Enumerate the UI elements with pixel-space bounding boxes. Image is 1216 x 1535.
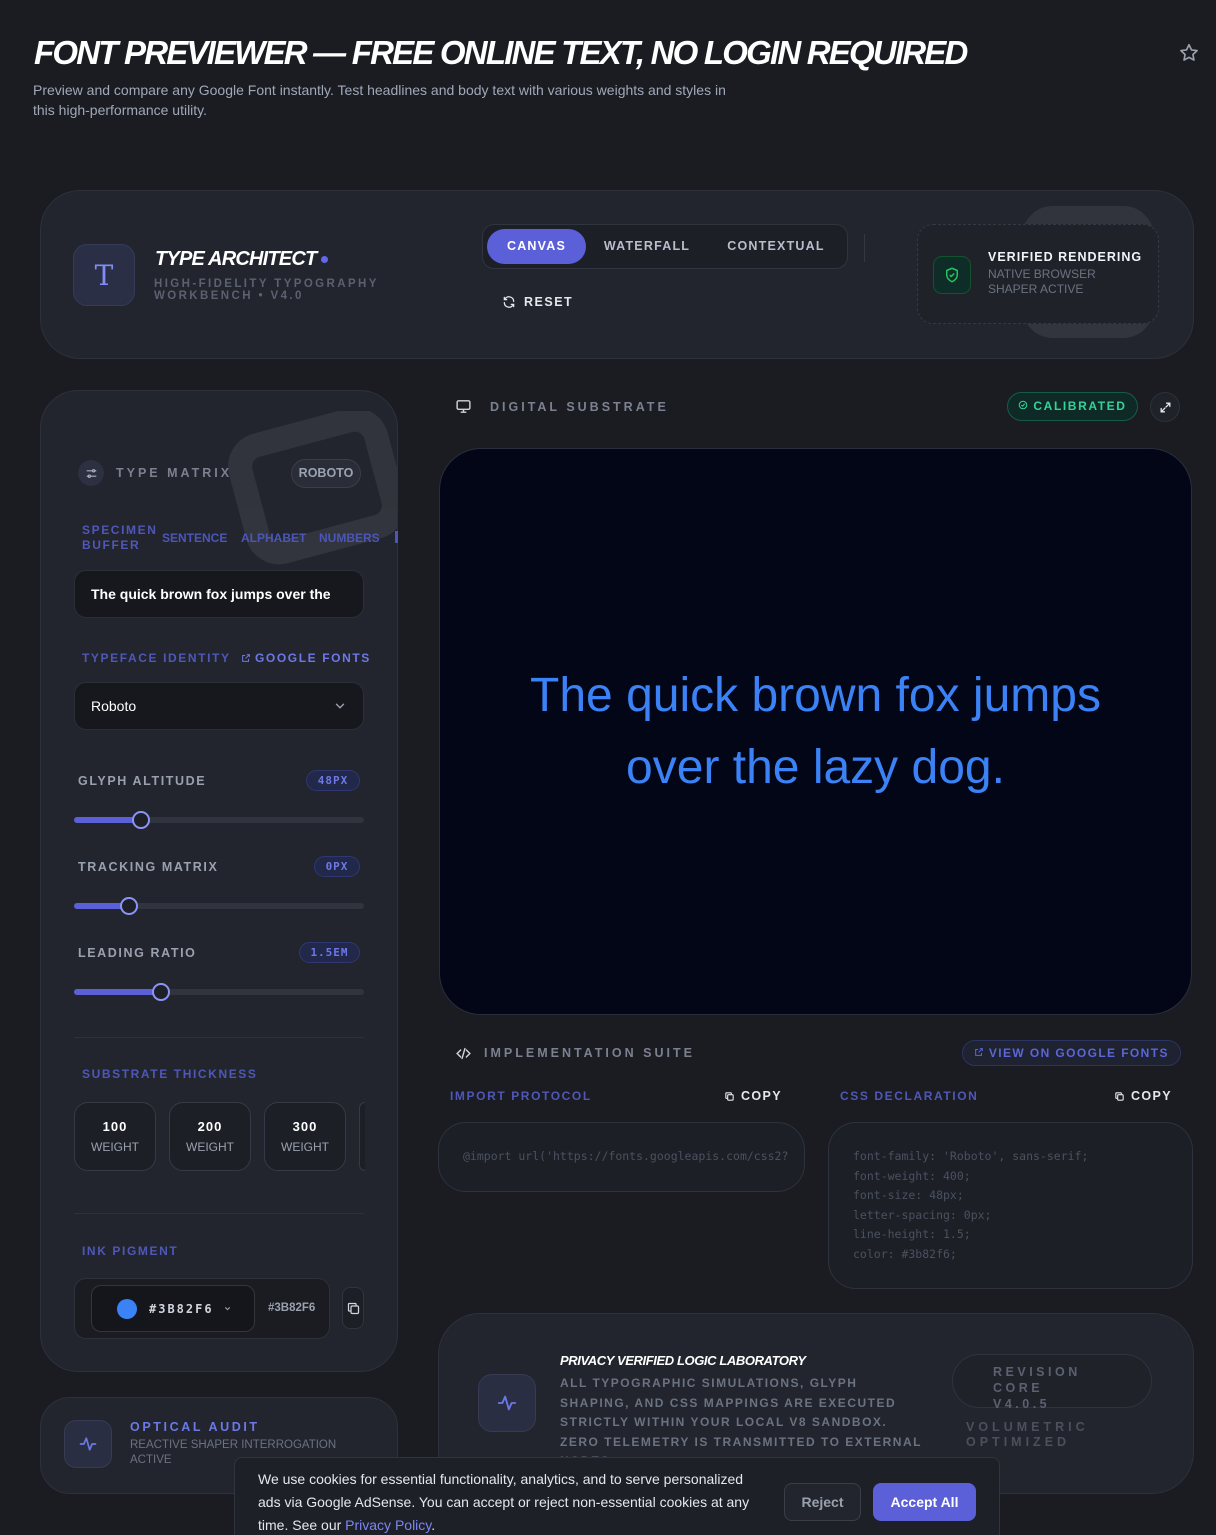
privacy-policy-link[interactable]: Privacy Policy [345, 1517, 431, 1533]
privacy-title: PRIVACY VERIFIED LOGIC LABORATORY [560, 1353, 806, 1368]
weight-option-overflow [359, 1102, 365, 1171]
type-matrix-title: TYPE MATRIX [116, 466, 233, 480]
verified-subtitle: NATIVE BROWSER SHAPER ACTIVE [988, 267, 1096, 296]
brand-dot [321, 256, 329, 264]
ink-pigment-label: INK PIGMENT [82, 1244, 179, 1258]
pulse-icon [478, 1374, 536, 1432]
specimen-tab-alphabet[interactable]: ALPHABET [241, 531, 306, 545]
import-protocol-label: IMPORT PROTOCOL [450, 1089, 592, 1103]
expand-button[interactable] [1150, 392, 1180, 422]
ink-hex-value: #3B82F6 [149, 1302, 232, 1316]
digital-substrate-title: DIGITAL SUBSTRATE [490, 400, 669, 414]
tab-contextual[interactable]: CONTEXTUAL [715, 229, 837, 264]
css-code-block[interactable]: font-family: 'Roboto', sans-serif; font-… [828, 1122, 1193, 1289]
tracking-matrix-value: 0PX [314, 856, 360, 877]
brand-title: TYPE ARCHITECT [155, 248, 329, 271]
typeface-select[interactable]: Roboto [74, 682, 364, 730]
preview-canvas: The quick brown fox jumps over the lazy … [439, 448, 1192, 1015]
leading-ratio-label: LEADING RATIO [78, 946, 197, 960]
color-swatch [117, 1299, 137, 1319]
implementation-suite-title: IMPLEMENTATION SUITE [484, 1046, 695, 1060]
glyph-altitude-value: 48PX [306, 770, 360, 791]
slider-handle[interactable] [120, 897, 139, 915]
slider-handle[interactable] [152, 983, 170, 1001]
view-on-google-fonts-link[interactable]: VIEW ON GOOGLE FONTS [962, 1040, 1181, 1066]
chevron-down-icon [224, 1306, 230, 1311]
divider [864, 234, 865, 262]
current-font-pill: ROBOTO [291, 459, 361, 488]
sliders-icon [78, 460, 104, 486]
copy-icon [1115, 1091, 1124, 1101]
css-declaration-label: CSS DECLARATION [840, 1089, 979, 1103]
slider-handle[interactable] [131, 811, 150, 829]
tracking-matrix-slider[interactable] [74, 897, 364, 915]
divider [74, 1213, 364, 1214]
css-line: color: #3b82f6; [853, 1246, 957, 1261]
copy-css-button[interactable]: COPY [1114, 1089, 1172, 1103]
pulse-icon [64, 1420, 112, 1468]
leading-ratio-value: 1.5EM [299, 942, 360, 963]
shield-icon [933, 256, 971, 294]
typeface-identity-label: TYPEFACE IDENTITY [82, 651, 231, 665]
type-logo-icon: T [73, 244, 135, 306]
weight-option-100[interactable]: 100 WEIGHT [74, 1102, 156, 1171]
external-link-icon [975, 1048, 983, 1056]
copy-import-button[interactable]: COPY [724, 1089, 782, 1103]
reset-label: RESET [524, 295, 574, 309]
ink-hex-input[interactable]: #3B82F6 [268, 1302, 315, 1314]
revision-text: REVISION CORE V4.0.5 [993, 1365, 1081, 1411]
leading-ratio-slider[interactable] [74, 983, 364, 1001]
substrate-thickness-label: SUBSTRATE THICKNESS [82, 1067, 258, 1081]
reset-button[interactable]: RESET [502, 295, 573, 309]
specimen-tab-overflow [395, 531, 398, 543]
view-tabs: CANVAS WATERFALL CONTEXTUAL [482, 224, 848, 269]
weight-option-200[interactable]: 200 WEIGHT [169, 1102, 251, 1171]
weight-option-300[interactable]: 300 WEIGHT [264, 1102, 346, 1171]
expand-icon [1160, 402, 1170, 412]
glyph-altitude-slider[interactable] [74, 811, 364, 829]
tab-canvas[interactable]: CANVAS [487, 229, 586, 264]
copy-icon [347, 1302, 359, 1314]
css-line: font-size: 48px; [853, 1188, 964, 1203]
tracking-matrix-label: TRACKING MATRIX [78, 860, 219, 874]
verified-title: VERIFIED RENDERING [988, 250, 1143, 264]
glyph-altitude-label: GLYPH ALTITUDE [78, 774, 207, 788]
divider [74, 1037, 364, 1038]
css-line: font-weight: 400; [853, 1168, 971, 1183]
refresh-icon [503, 296, 515, 308]
specimen-tab-numbers[interactable]: NUMBERS [319, 531, 380, 545]
calibrated-badge: CALIBRATED [1007, 392, 1138, 421]
css-line: letter-spacing: 0px; [853, 1207, 992, 1222]
tab-waterfall[interactable]: WATERFALL [595, 229, 699, 264]
check-circle-icon [1019, 400, 1028, 410]
page-subtitle: Preview and compare any Google Font inst… [33, 82, 726, 118]
monitor-icon [456, 400, 471, 413]
brand-tagline: HIGH-FIDELITY TYPOGRAPHY WORKBENCH • V4.… [154, 278, 379, 302]
volumetric-text: VOLUMETRIC OPTIMIZED [966, 1420, 1089, 1449]
css-line: font-family: 'Roboto', sans-serif; [853, 1149, 1089, 1163]
specimen-buffer-label: SPECIMEN BUFFER [82, 523, 158, 552]
optical-audit-title: OPTICAL AUDIT [130, 1420, 260, 1434]
specimen-tab-sentence[interactable]: SENTENCE [162, 531, 227, 545]
star-icon[interactable] [1178, 42, 1200, 64]
reject-cookies-button[interactable]: Reject [784, 1483, 861, 1521]
import-code-block[interactable]: @import url('https://fonts.googleapis.co… [438, 1122, 805, 1192]
typeface-value: Roboto [91, 698, 137, 714]
accept-cookies-button[interactable]: Accept All [873, 1483, 976, 1521]
css-line: line-height: 1.5; [853, 1227, 971, 1242]
cookie-text: We use cookies for essential functionali… [258, 1471, 750, 1533]
specimen-text-input[interactable]: The quick brown fox jumps over the [74, 570, 364, 618]
external-link-icon [242, 654, 250, 662]
page-title: FONT PREVIEWER — FREE ONLINE TEXT, NO LO… [34, 34, 968, 71]
preview-text: The quick brown fox jumps over the lazy … [530, 668, 1101, 794]
copy-icon [725, 1091, 734, 1101]
code-icon [456, 1047, 471, 1060]
copy-color-button[interactable] [342, 1287, 364, 1329]
google-fonts-link[interactable]: GOOGLE FONTS [241, 651, 371, 665]
chevron-down-icon [335, 703, 345, 709]
